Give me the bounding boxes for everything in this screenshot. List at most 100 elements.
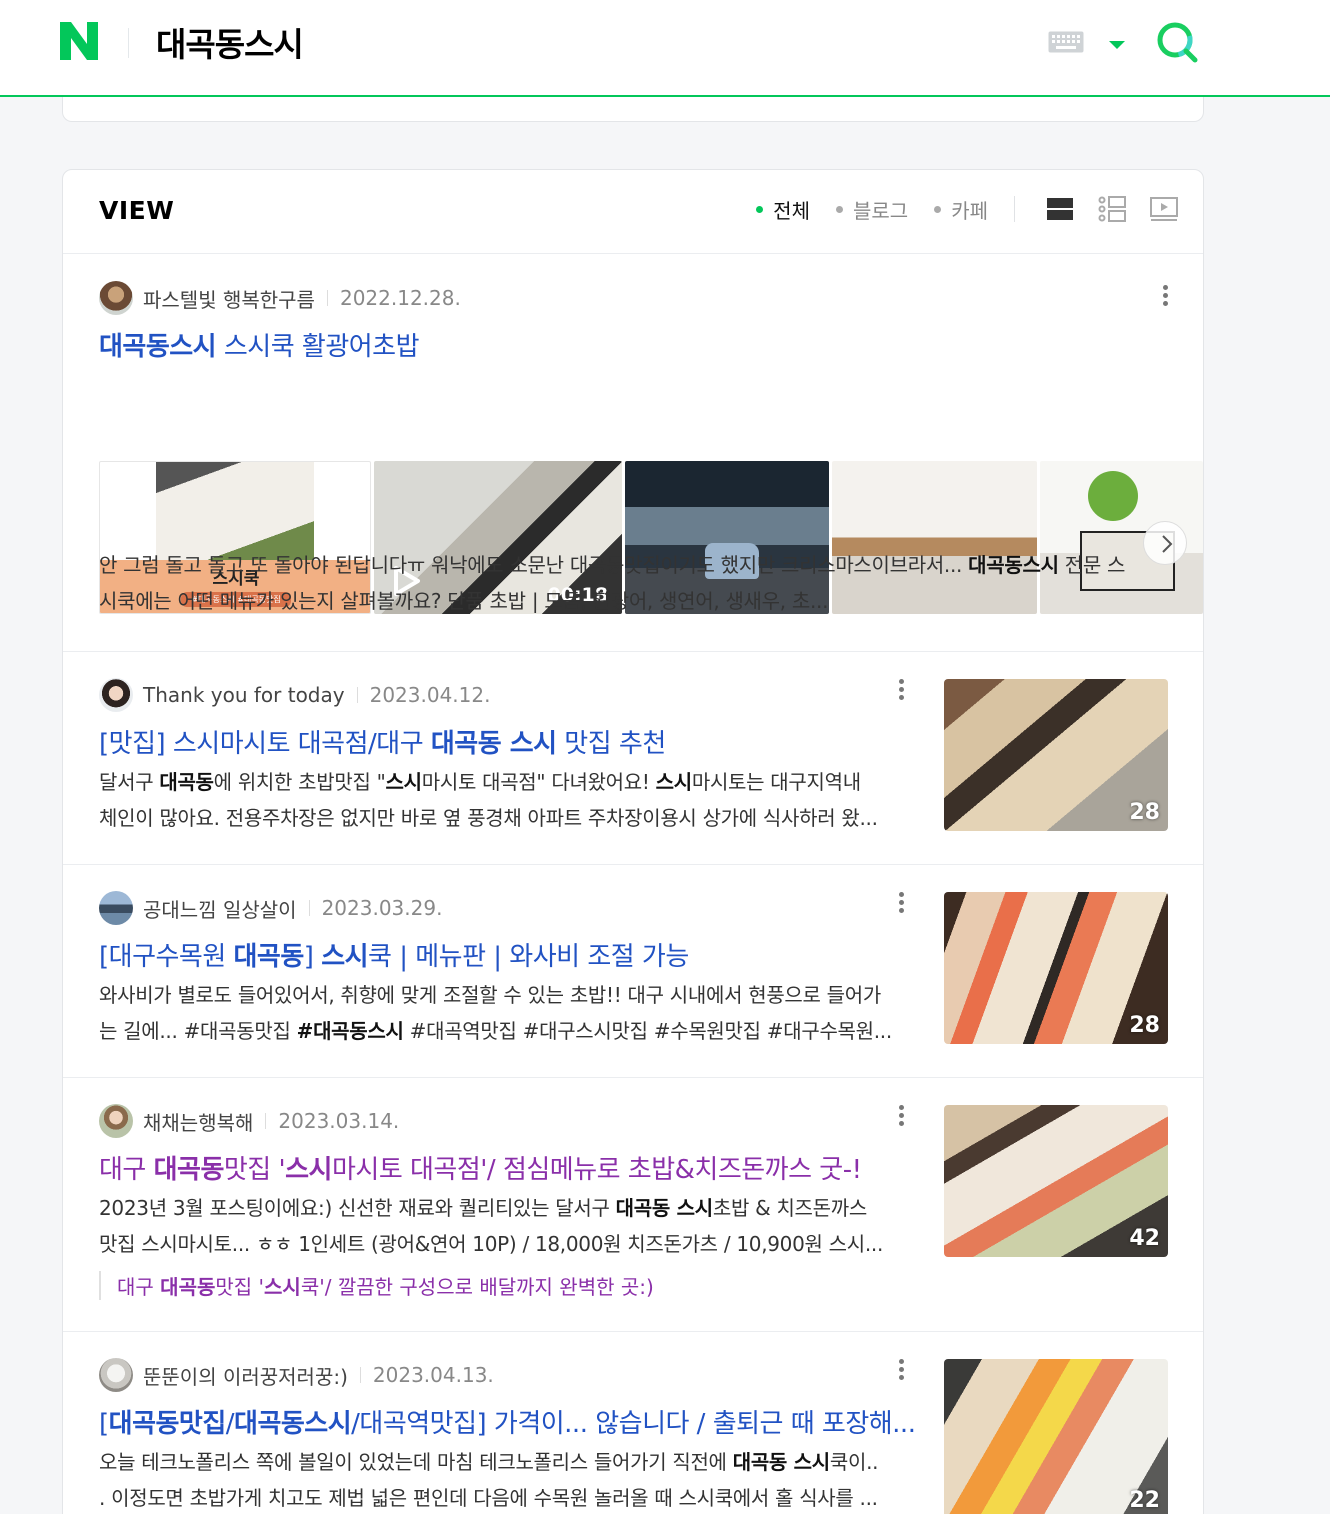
item-meta: 뚠뚠이의 이러꿍저러꿍:) 2023.04.13. xyxy=(99,1358,494,1392)
title-text: / xyxy=(225,1409,235,1439)
view-section-header: VIEW 전체 블로그 카페 xyxy=(63,170,1203,254)
dot-icon xyxy=(934,205,942,213)
title-highlight: 대곡동 스시 xyxy=(430,729,557,759)
search-header: 대곡동스시 xyxy=(0,0,1330,97)
filter-label: 전체 xyxy=(773,198,810,223)
title-text: 맛집 ' xyxy=(223,1155,286,1185)
title-text: 쿡 | 메뉴판 | 와사비 조절 가능 xyxy=(368,942,689,972)
list-item: 채채는행복해 2023.03.14. 대구 대곡동맛집 '스시마시토 대곡점'/… xyxy=(63,1078,1203,1332)
related-highlight: 스시 xyxy=(264,1275,301,1299)
snippet-highlight: 대곡동 스시 xyxy=(732,1450,830,1474)
more-options-icon[interactable] xyxy=(1155,282,1175,312)
meta-divider xyxy=(326,290,328,306)
search-query[interactable]: 대곡동스시 xyxy=(156,18,304,66)
post-title[interactable]: 대곡동스시 스시쿡 활광어초밥 xyxy=(99,326,419,363)
search-icon[interactable] xyxy=(1155,20,1201,66)
active-dot-icon xyxy=(756,205,764,213)
post-date: 2023.03.14. xyxy=(278,1109,400,1133)
post-snippet: 2023년 3월 포스팅이에요:) 신선한 재료와 퀄리티있는 달서구 대곡동 … xyxy=(99,1190,904,1262)
post-thumbnail[interactable]: 28 xyxy=(944,892,1168,1044)
snippet-text: 달서구 xyxy=(99,770,160,794)
snippet-highlight: 대곡동스시 xyxy=(968,553,1059,577)
image-count: 42 xyxy=(1129,1226,1160,1251)
author-avatar[interactable] xyxy=(99,281,133,315)
related-highlight: 대곡동 xyxy=(160,1275,216,1299)
author-avatar[interactable] xyxy=(99,1358,133,1392)
title-text: 맛집 추천 xyxy=(556,729,666,759)
dot-icon xyxy=(835,205,843,213)
list-item: 파스텔빛 행복한구름 2022.12.28. 대곡동스시 스시쿡 활광어초밥 스… xyxy=(63,255,1203,652)
compact-layout-icon[interactable] xyxy=(1097,194,1127,224)
snippet-text: 에 위치한 초밥맛집 " xyxy=(213,770,386,794)
author-name[interactable]: 뚠뚠이의 이러꿍저러꿍:) xyxy=(143,1361,348,1390)
post-date: 2023.04.13. xyxy=(372,1363,494,1387)
snippet-highlight: 대곡동 스시 xyxy=(615,1196,713,1220)
filter-cafe[interactable]: 카페 xyxy=(934,195,988,224)
post-thumbnail[interactable]: 28 xyxy=(944,679,1168,831)
snippet-highlight: 스시 xyxy=(385,770,423,794)
keyboard-icon[interactable] xyxy=(1048,31,1084,53)
post-date: 2023.03.29. xyxy=(321,896,443,920)
meta-divider xyxy=(359,1367,361,1383)
logo-sticker xyxy=(1088,471,1138,521)
naver-logo[interactable] xyxy=(58,20,100,62)
filter-all[interactable]: 전체 xyxy=(756,195,810,224)
snippet-highlight: 대곡동 xyxy=(159,770,214,794)
post-thumbnail[interactable]: 42 xyxy=(944,1105,1168,1257)
author-avatar[interactable] xyxy=(99,678,133,712)
author-name[interactable]: 공대느낌 일상살이 xyxy=(143,894,297,923)
post-title[interactable]: [대구수목원 대곡동] 스시쿡 | 메뉴판 | 와사비 조절 가능 xyxy=(99,936,689,973)
post-thumbnail[interactable]: 22 xyxy=(944,1359,1168,1514)
snippet-text: 와사비가 별로도 들어있어서, 취향에 맞게 조절할 수 있는 초밥!! 대구 … xyxy=(99,983,881,1007)
post-title[interactable]: 대구 대곡동맛집 '스시마시토 대곡점'/ 점심메뉴로 초밥&치즈돈까스 굿-! xyxy=(99,1149,862,1186)
filter-label: 카페 xyxy=(951,198,988,223)
section-title: VIEW xyxy=(99,196,175,225)
snippet-highlight: 스시 xyxy=(655,770,693,794)
post-date: 2022.12.28. xyxy=(339,286,461,310)
related-text: 대구 xyxy=(117,1275,161,1299)
title-highlight: 대곡동스시 xyxy=(99,332,217,362)
item-meta: Thank you for today 2023.04.12. xyxy=(99,678,490,712)
meta-divider xyxy=(356,687,358,703)
author-avatar[interactable] xyxy=(99,1104,133,1138)
more-options-icon[interactable] xyxy=(891,1102,911,1132)
related-text: 맛집 ' xyxy=(215,1275,265,1299)
title-highlight: 대곡동맛집 xyxy=(108,1409,227,1439)
snippet-text: . 이정도면 초밥가게 치고도 제법 넓은 편인데 다음에 수목원 놀러올 때 … xyxy=(99,1486,878,1510)
post-title[interactable]: [맛집] 스시마시토 대곡점/대구 대곡동 스시 맛집 추천 xyxy=(99,723,666,760)
post-date: 2023.04.12. xyxy=(369,683,491,707)
author-name[interactable]: Thank you for today xyxy=(143,683,345,707)
more-options-icon[interactable] xyxy=(891,676,911,706)
title-text: [ xyxy=(99,1409,109,1439)
post-title[interactable]: [대곡동맛집/대곡동스시/대곡역맛집] 가격이... 않습니다 / 출퇴근 때 … xyxy=(99,1403,916,1440)
view-section: VIEW 전체 블로그 카페 파스텔빛 행복한구름 2022.12.28. 대곡… xyxy=(62,169,1204,1514)
snippet-text: 는 길에... #대곡동맛집 xyxy=(99,1019,297,1043)
more-options-icon[interactable] xyxy=(891,889,911,919)
related-text: 쿡'/ 깔끔한 구성으로 배달까지 완벽한 곳:) xyxy=(300,1275,654,1299)
title-text: /대곡역맛집] 가격이... 않습니다 / 출퇴근 때 포장해... xyxy=(351,1409,916,1439)
author-name[interactable]: 채채는행복해 xyxy=(143,1107,253,1136)
author-avatar[interactable] xyxy=(99,891,133,925)
related-post-link[interactable]: 대구 대곡동맛집 '스시쿡'/ 깔끔한 구성으로 배달까지 완벽한 곳:) xyxy=(99,1271,654,1300)
item-meta: 공대느낌 일상살이 2023.03.29. xyxy=(99,891,442,925)
title-text: [대구수목원 xyxy=(99,942,234,972)
snippet-text: 오늘 테크노폴리스 쪽에 볼일이 있었는데 마침 테크노폴리스 들어가기 직전에 xyxy=(99,1450,733,1474)
image-count: 22 xyxy=(1129,1488,1160,1513)
title-text: ] xyxy=(303,942,322,972)
sushi-photo xyxy=(156,462,314,560)
list-layout-icon[interactable] xyxy=(1045,194,1075,224)
previous-section-card xyxy=(62,97,1204,122)
filter-divider xyxy=(1014,196,1015,222)
list-item: Thank you for today 2023.04.12. [맛집] 스시마… xyxy=(63,652,1203,865)
author-name[interactable]: 파스텔빛 행복한구름 xyxy=(143,284,315,313)
snippet-text: 마시토는 대구지역내 xyxy=(691,770,861,794)
autocomplete-toggle-icon[interactable] xyxy=(1108,36,1126,49)
filter-blog[interactable]: 블로그 xyxy=(835,195,908,224)
list-item: 뚠뚠이의 이러꿍저러꿍:) 2023.04.13. [대곡동맛집/대곡동스시/대… xyxy=(63,1332,1203,1514)
snippet-text: #대곡역맛집 #대구스시맛집 #수목원맛집 #대구수목원... xyxy=(403,1019,893,1043)
more-options-icon[interactable] xyxy=(891,1356,911,1386)
snippet-text: 맛집 스시마시토... ㅎㅎ 1인세트 (광어&연어 10P) / 18,000… xyxy=(99,1232,884,1256)
post-snippet: 안 그럼 돌고 돌고 또 돌아야 된답니다ㅠ 워낙에도 소문난 대곡동맛집이기도… xyxy=(99,547,1169,619)
item-meta: 채채는행복해 2023.03.14. xyxy=(99,1104,399,1138)
video-layout-icon[interactable] xyxy=(1149,194,1179,224)
